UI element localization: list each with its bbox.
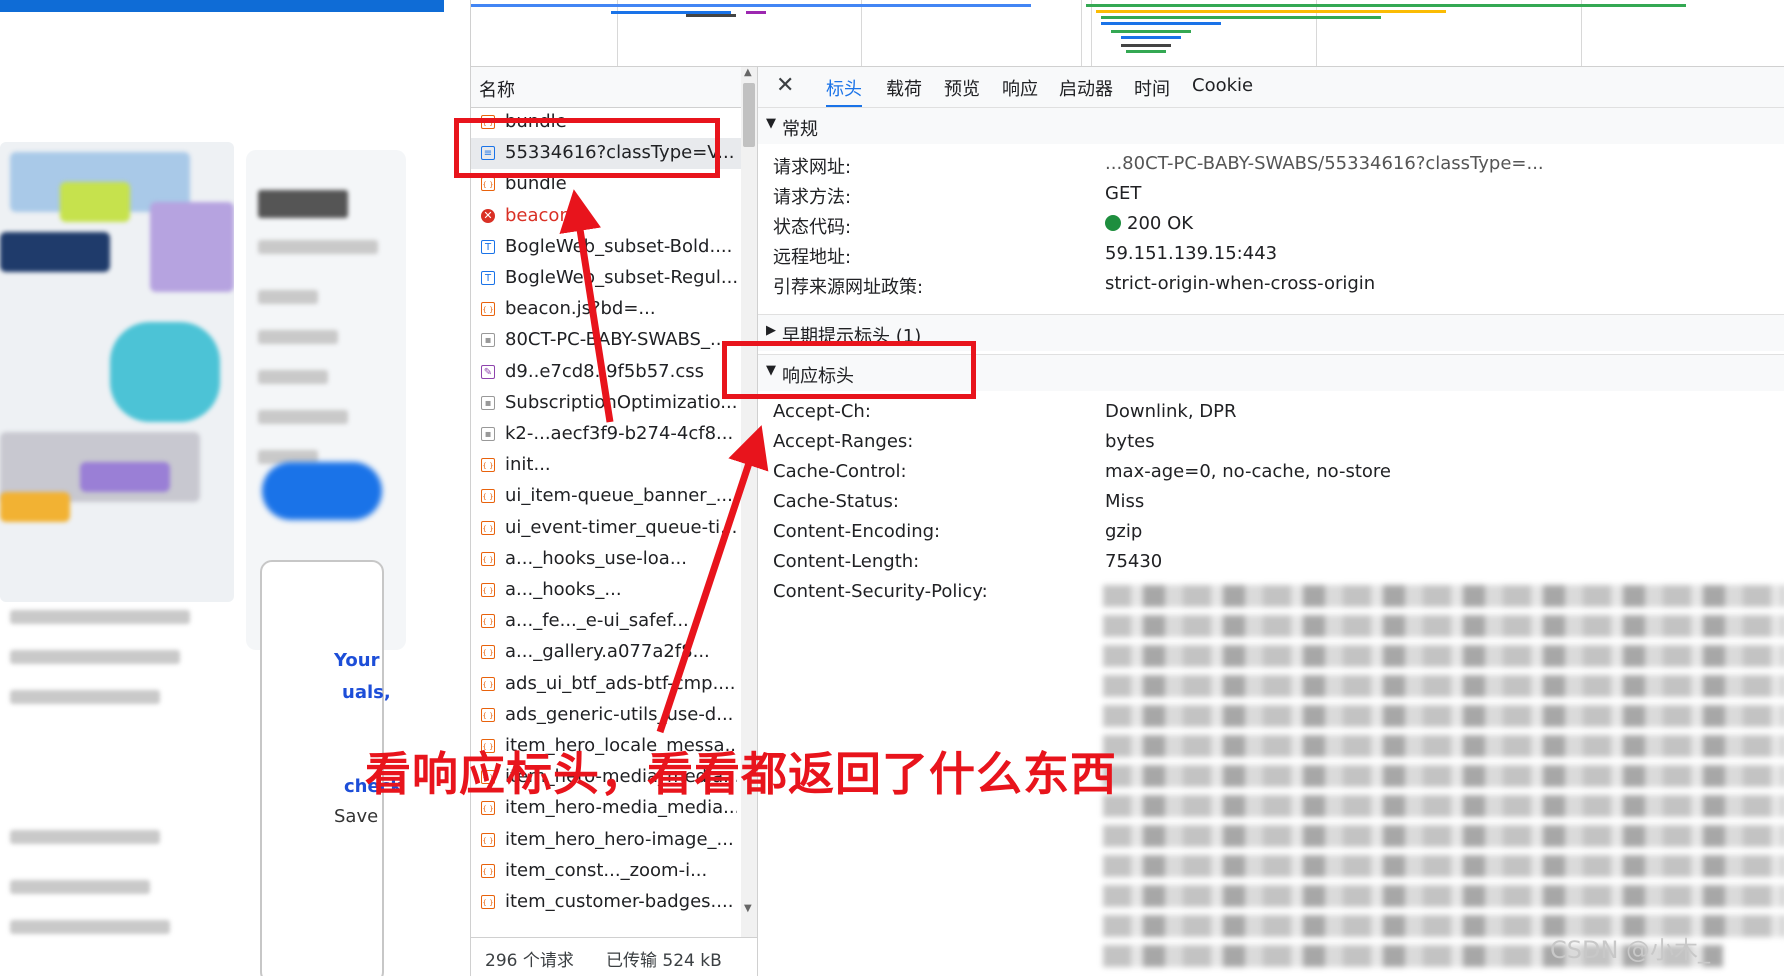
arrow-to-response-headers — [656, 425, 769, 734]
annotation-text: 看响应标头，看看都返回了什么东西 — [365, 747, 1117, 801]
annotation-arrows — [559, 189, 769, 734]
arrow-to-request — [559, 189, 614, 423]
watermark: CSDN @小木_ — [1550, 936, 1711, 964]
